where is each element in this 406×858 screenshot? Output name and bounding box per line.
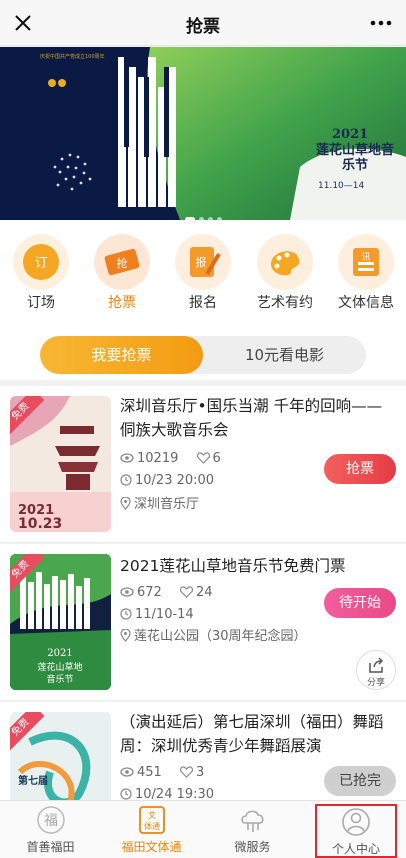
svg-text:10.23: 10.23 — [18, 516, 62, 532]
svg-text:文: 文 — [148, 810, 156, 820]
category-info[interactable]: 讯 文体信息 — [326, 228, 406, 314]
event-location: 深圳音乐厅 — [120, 496, 199, 514]
svg-text:2021: 2021 — [47, 648, 72, 659]
venue-booking-icon: 订 — [13, 234, 69, 290]
tab-micro-service[interactable]: 微服务 — [202, 801, 303, 858]
tab-wentitong[interactable]: 文 体通 福田文体通 — [101, 801, 202, 858]
location-pin-icon — [120, 628, 131, 642]
banner-date: 11.10—14 — [318, 181, 365, 191]
category-label: 文体信息 — [338, 295, 394, 311]
art-palette-icon — [257, 234, 313, 290]
event-location-text: 莲花山公园（30周年纪念园） — [134, 629, 307, 644]
view-count: 451 — [137, 765, 162, 780]
location-pin-icon — [120, 496, 131, 510]
page-title: 抢票 — [186, 17, 220, 37]
banner-title: 莲花山草地音乐节 — [315, 143, 394, 173]
tab-label: 福田文体通 — [121, 840, 182, 854]
clock-icon — [120, 788, 132, 800]
share-icon — [369, 657, 384, 673]
event-poster: 2021 莲花山草地 音乐节 免费 — [10, 554, 111, 690]
eye-icon — [120, 453, 134, 463]
tab-shoushan-futian[interactable]: 福 首善福田 — [0, 801, 101, 858]
like-count: 24 — [195, 585, 213, 600]
category-ticket[interactable]: 抢 抢票 — [82, 228, 162, 314]
svg-text:讯: 讯 — [361, 252, 370, 263]
event-time-text: 11/10-14 — [135, 607, 194, 622]
event-poster: 2021 10.23 免费 — [10, 396, 111, 532]
svg-text:第七届: 第七届 — [18, 774, 48, 787]
category-label: 订场 — [27, 295, 55, 311]
fu-character-icon: 福 — [37, 806, 65, 834]
svg-text:抢: 抢 — [117, 256, 128, 270]
category-art[interactable]: 艺术有约 — [245, 228, 325, 314]
svg-text:报: 报 — [196, 255, 207, 269]
tab-label: 微服务 — [234, 840, 271, 854]
user-icon — [342, 808, 370, 836]
banner-note: 庆祝中国共产党成立100周年 — [40, 54, 105, 60]
segmented-control: 我要抢票 10元看电影 — [40, 336, 366, 374]
eye-icon — [120, 587, 134, 597]
event-time: 11/10-14 — [120, 606, 194, 624]
event-location-text: 深圳音乐厅 — [134, 497, 200, 512]
banner-carousel[interactable]: 庆祝中国共产党成立100周年 2021 莲花山草地音乐节 11.10—14 — [0, 47, 406, 220]
share-button[interactable]: 分享 — [356, 650, 396, 690]
event-title: 2021莲花山草地音乐节免费门票 — [120, 557, 346, 575]
tab-personal-center[interactable]: 个人中心 — [315, 804, 397, 858]
like-count: 6 — [212, 451, 221, 466]
clock-icon — [120, 608, 132, 620]
event-card[interactable]: 2021 莲花山草地 音乐节 免费 2021莲花山草地音乐节免费门票 672 2… — [0, 544, 406, 701]
tab-movie[interactable]: 10元看电影 — [203, 336, 366, 374]
like-count: 3 — [195, 765, 205, 780]
event-card[interactable]: 第七届 免费 （演出延后）第七届深圳（福田）舞蹈周：深圳优秀青少年舞蹈展演 45… — [0, 702, 406, 848]
event-stats: 451 3 — [120, 764, 204, 782]
heart-icon[interactable] — [196, 452, 210, 464]
event-card[interactable]: 2021 10.23 免费 深圳音乐厅•国乐当潮 千年的回响——侗族大歌音乐会 … — [0, 386, 406, 543]
carousel-dots[interactable] — [0, 207, 406, 220]
category-label: 报名 — [189, 295, 217, 311]
top-bar: 抢票 — [0, 0, 406, 46]
ticket-icon: 抢 — [94, 234, 150, 290]
wentitong-icon: 文 体通 — [139, 806, 165, 834]
more-icon[interactable] — [366, 9, 396, 37]
eye-icon — [120, 767, 134, 777]
bottom-tab-bar: 福 首善福田 文 体通 福田文体通 微服务 个人中心 — [0, 800, 406, 858]
category-label: 艺术有约 — [257, 295, 313, 311]
event-time-text: 10/23 20:00 — [135, 473, 215, 488]
share-label: 分享 — [366, 678, 385, 688]
category-venue-booking[interactable]: 订 订场 — [1, 228, 81, 314]
event-location: 莲花山公园（30周年纪念园） — [120, 628, 307, 646]
event-title: （演出延后）第七届深圳（福田）舞蹈周：深圳优秀青少年舞蹈展演 — [120, 713, 384, 755]
view-count: 672 — [137, 585, 162, 600]
svg-text:体通: 体通 — [144, 821, 160, 831]
clock-icon — [120, 474, 132, 486]
grab-ticket-button[interactable]: 抢票 — [324, 454, 396, 484]
heart-icon[interactable] — [179, 586, 193, 598]
svg-text:音乐节: 音乐节 — [46, 673, 73, 685]
info-icon: 讯 — [338, 234, 394, 290]
cloud-service-icon — [241, 810, 264, 832]
category-signup[interactable]: 报 报名 — [163, 228, 243, 314]
heart-icon[interactable] — [179, 766, 193, 778]
category-label: 抢票 — [108, 295, 136, 311]
svg-text:订: 订 — [34, 256, 47, 271]
tab-grab-ticket[interactable]: 我要抢票 — [40, 336, 203, 374]
event-stats: 672 24 — [120, 584, 213, 602]
tab-label: 个人中心 — [331, 842, 380, 856]
signup-icon: 报 — [175, 234, 231, 290]
not-started-button[interactable]: 待开始 — [324, 588, 396, 618]
event-time: 10/23 20:00 — [120, 472, 214, 490]
svg-text:福: 福 — [44, 813, 58, 829]
event-stats: 10219 6 — [120, 450, 221, 468]
tab-label: 首善福田 — [26, 840, 75, 854]
svg-text:莲花山草地: 莲花山草地 — [37, 661, 82, 673]
view-count: 10219 — [137, 451, 179, 466]
category-panel: 订 订场 抢 抢票 报 报名 艺术有约 讯 文体信息 我要抢票 10元看电影 — [0, 220, 406, 380]
event-title: 深圳音乐厅•国乐当潮 千年的回响——侗族大歌音乐会 — [120, 397, 383, 439]
banner-year: 2021 — [332, 127, 369, 142]
sold-out-button[interactable]: 已抢完 — [324, 766, 396, 796]
